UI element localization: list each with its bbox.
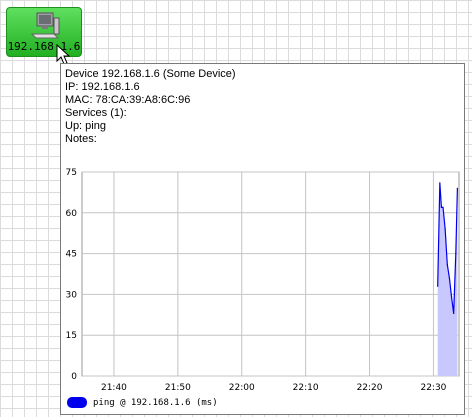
data-point [448, 277, 451, 279]
x-tick-label: 22:20 [357, 383, 383, 393]
y-tick-label: 75 [66, 168, 77, 178]
y-tick-label: 45 [66, 250, 77, 260]
x-tick-label: 21:50 [165, 383, 191, 393]
data-point [456, 187, 459, 189]
device-tooltip: Device 192.168.1.6 (Some Device) IP: 192… [60, 63, 465, 415]
computer-icon [30, 12, 60, 39]
y-tick-label: 0 [71, 372, 77, 382]
ping-chart: 0 15 30 45 60 75 21:40 21:50 22:00 22:10 22:20 22:3… [66, 168, 460, 393]
x-tick-label: 21:40 [101, 383, 127, 393]
data-point [439, 182, 441, 184]
x-tick-label: 22:00 [229, 383, 255, 393]
legend-swatch [67, 397, 87, 408]
plot-area [81, 171, 460, 377]
data-point [453, 312, 455, 315]
data-point [437, 285, 439, 287]
y-tick-label: 30 [66, 290, 78, 300]
legend-label: ping @ 192.168.1.6 (ms) [93, 398, 218, 408]
data-point [444, 228, 446, 230]
data-point [440, 206, 443, 208]
y-tick-label: 60 [66, 209, 78, 219]
x-tick-label: 22:30 [420, 383, 446, 393]
x-tick-label: 22:10 [293, 383, 319, 393]
data-point [446, 263, 448, 266]
data-point [442, 206, 444, 208]
data-point [450, 296, 453, 298]
y-tick-label: 15 [66, 331, 77, 341]
data-point [455, 253, 457, 255]
